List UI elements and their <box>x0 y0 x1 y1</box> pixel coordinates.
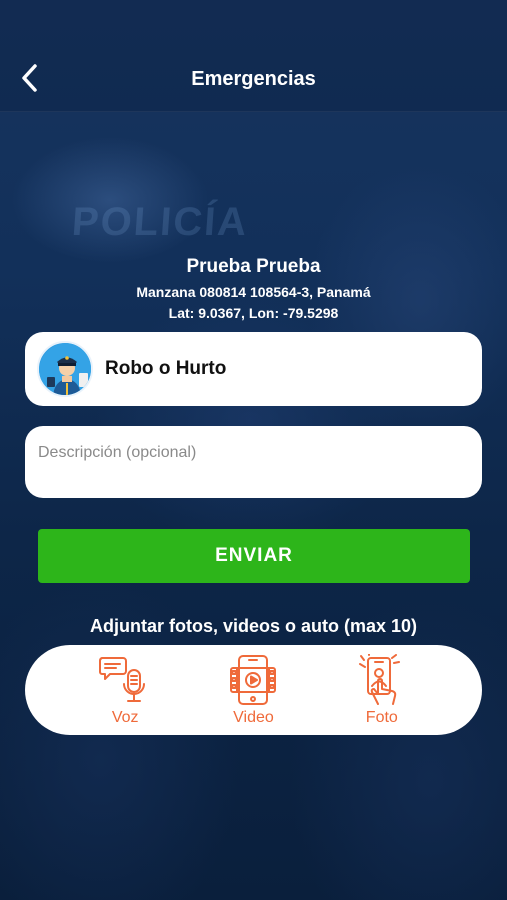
video-attach-button[interactable]: Video <box>213 654 293 727</box>
microphone-chat-icon <box>99 654 151 706</box>
nav-header: Emergencias <box>0 0 507 112</box>
location-address: Manzana 080814 108564-3, Panamá <box>136 284 371 300</box>
attachments-bar: Voz Video Foto <box>25 645 482 735</box>
photo-attach-button[interactable]: Foto <box>342 653 422 727</box>
background-watermark: POLICÍA <box>70 200 250 244</box>
send-button[interactable]: ENVIAR <box>38 529 470 583</box>
video-film-icon <box>227 654 279 706</box>
voice-label: Voz <box>111 708 139 726</box>
user-name: Prueba Prueba <box>186 256 321 277</box>
attachments-label: Adjuntar fotos, videos o auto (max 10) <box>89 616 418 636</box>
incident-type-label: Robo o Hurto <box>105 358 227 379</box>
description-input[interactable] <box>38 444 469 462</box>
description-field-container <box>25 426 482 498</box>
location-coordinates: Lat: 9.0367, Lon: -79.5298 <box>168 305 339 321</box>
police-officer-icon <box>37 341 93 397</box>
incident-type-selector[interactable]: Robo o Hurto <box>25 332 482 406</box>
phone-camera-icon <box>356 653 408 706</box>
photo-label: Foto <box>365 708 398 726</box>
video-label: Video <box>233 708 274 726</box>
voice-attach-button[interactable]: Voz <box>85 654 165 727</box>
page-title: Emergencias <box>191 68 316 90</box>
